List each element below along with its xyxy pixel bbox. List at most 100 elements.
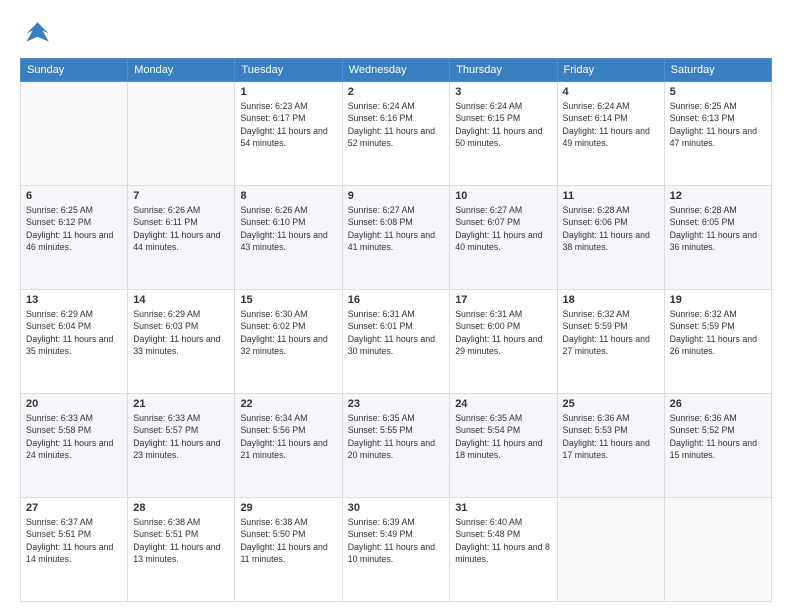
calendar-cell: 5Sunrise: 6:25 AMSunset: 6:13 PMDaylight…	[664, 82, 771, 186]
calendar-cell: 24 Sunrise: 6:35 AMSunset: 5:54 PMDayligh…	[450, 394, 557, 498]
day-info: Sunrise: 6:27 AMSunset: 6:08 PMDaylight:…	[348, 204, 444, 253]
calendar-cell: 9Sunrise: 6:27 AMSunset: 6:08 PMDaylight…	[342, 186, 449, 290]
day-info: Sunrise: 6:32 AMSunset: 5:59 PMDaylight:…	[670, 308, 766, 357]
calendar-cell	[128, 82, 235, 186]
day-number: 28	[133, 502, 229, 514]
calendar-cell: 1 Sunrise: 6:23 AMSunset: 6:17 PMDaylight…	[235, 82, 342, 186]
calendar-cell: 23 Sunrise: 6:35 AMSunset: 5:55 PMDayligh…	[342, 394, 449, 498]
day-number: 27	[26, 502, 122, 514]
day-number: 3	[455, 86, 551, 98]
calendar-cell: 26 Sunrise: 6:36 AMSunset: 5:52 PMDayligh…	[664, 394, 771, 498]
day-info: Sunrise: 6:37 AMSunset: 5:51 PMDaylight:…	[26, 516, 122, 565]
calendar-cell: 21Sunrise: 6:33 AMSunset: 5:57 PMDayligh…	[128, 394, 235, 498]
day-info: Sunrise: 6:23 AMSunset: 6:17 PMDaylight:…	[240, 100, 336, 149]
calendar-cell: 20 Sunrise: 6:33 AMSunset: 5:58 PMDayligh…	[21, 394, 128, 498]
day-info: Sunrise: 6:36 AMSunset: 5:52 PMDaylight:…	[670, 412, 766, 461]
calendar-cell: 28 Sunrise: 6:38 AMSunset: 5:51 PMDayligh…	[128, 498, 235, 602]
day-number: 1	[240, 86, 336, 98]
calendar-cell: 17 Sunrise: 6:31 AMSunset: 6:00 PMDayligh…	[450, 290, 557, 394]
calendar-cell: 30 Sunrise: 6:39 AMSunset: 5:49 PMDayligh…	[342, 498, 449, 602]
weekday-thursday: Thursday	[450, 59, 557, 82]
day-number: 22	[240, 398, 336, 410]
calendar-cell: 3Sunrise: 6:24 AMSunset: 6:15 PMDaylight…	[450, 82, 557, 186]
calendar-cell: 11 Sunrise: 6:28 AMSunset: 6:06 PMDayligh…	[557, 186, 664, 290]
day-info: Sunrise: 6:36 AMSunset: 5:53 PMDaylight:…	[563, 412, 659, 461]
day-number: 12	[670, 190, 766, 202]
day-number: 15	[240, 294, 336, 306]
day-info: Sunrise: 6:28 AMSunset: 6:05 PMDaylight:…	[670, 204, 766, 253]
weekday-sunday: Sunday	[21, 59, 128, 82]
calendar-cell: 4Sunrise: 6:24 AMSunset: 6:14 PMDaylight…	[557, 82, 664, 186]
calendar-cell: 2Sunrise: 6:24 AMSunset: 6:16 PMDaylight…	[342, 82, 449, 186]
day-number: 6	[26, 190, 122, 202]
calendar-week-2: 6 Sunrise: 6:25 AMSunset: 6:12 PMDaylight…	[21, 186, 772, 290]
day-number: 17	[455, 294, 551, 306]
calendar-cell: 14Sunrise: 6:29 AMSunset: 6:03 PMDayligh…	[128, 290, 235, 394]
day-info: Sunrise: 6:39 AMSunset: 5:49 PMDaylight:…	[348, 516, 444, 565]
day-number: 20	[26, 398, 122, 410]
day-info: Sunrise: 6:40 AMSunset: 5:48 PMDaylight:…	[455, 516, 551, 565]
day-number: 19	[670, 294, 766, 306]
day-number: 30	[348, 502, 444, 514]
calendar-cell: 10 Sunrise: 6:27 AMSunset: 6:07 PMDayligh…	[450, 186, 557, 290]
calendar-cell: 8Sunrise: 6:26 AMSunset: 6:10 PMDaylight…	[235, 186, 342, 290]
day-number: 23	[348, 398, 444, 410]
calendar-cell: 29 Sunrise: 6:38 AMSunset: 5:50 PMDayligh…	[235, 498, 342, 602]
day-info: Sunrise: 6:25 AMSunset: 6:13 PMDaylight:…	[670, 100, 766, 149]
day-info: Sunrise: 6:30 AMSunset: 6:02 PMDaylight:…	[240, 308, 336, 357]
day-info: Sunrise: 6:29 AMSunset: 6:04 PMDaylight:…	[26, 308, 122, 357]
calendar-cell: 16 Sunrise: 6:31 AMSunset: 6:01 PMDayligh…	[342, 290, 449, 394]
weekday-saturday: Saturday	[664, 59, 771, 82]
day-info: Sunrise: 6:25 AMSunset: 6:12 PMDaylight:…	[26, 204, 122, 253]
calendar-table: SundayMondayTuesdayWednesdayThursdayFrid…	[20, 58, 772, 602]
day-number: 7	[133, 190, 229, 202]
day-info: Sunrise: 6:33 AMSunset: 5:57 PMDaylight:…	[133, 412, 229, 461]
calendar-cell: 25 Sunrise: 6:36 AMSunset: 5:53 PMDayligh…	[557, 394, 664, 498]
calendar-cell: 27 Sunrise: 6:37 AMSunset: 5:51 PMDayligh…	[21, 498, 128, 602]
calendar-cell	[664, 498, 771, 602]
calendar-cell: 13Sunrise: 6:29 AMSunset: 6:04 PMDayligh…	[21, 290, 128, 394]
day-number: 8	[240, 190, 336, 202]
day-info: Sunrise: 6:28 AMSunset: 6:06 PMDaylight:…	[563, 204, 659, 253]
calendar-cell: 6 Sunrise: 6:25 AMSunset: 6:12 PMDaylight…	[21, 186, 128, 290]
weekday-monday: Monday	[128, 59, 235, 82]
day-number: 18	[563, 294, 659, 306]
weekday-header-row: SundayMondayTuesdayWednesdayThursdayFrid…	[21, 59, 772, 82]
header	[20, 16, 772, 48]
calendar-cell: 7 Sunrise: 6:26 AMSunset: 6:11 PMDaylight…	[128, 186, 235, 290]
weekday-tuesday: Tuesday	[235, 59, 342, 82]
weekday-wednesday: Wednesday	[342, 59, 449, 82]
day-info: Sunrise: 6:31 AMSunset: 6:00 PMDaylight:…	[455, 308, 551, 357]
calendar-cell: 15 Sunrise: 6:30 AMSunset: 6:02 PMDayligh…	[235, 290, 342, 394]
calendar-cell: 18Sunrise: 6:32 AMSunset: 5:59 PMDayligh…	[557, 290, 664, 394]
day-info: Sunrise: 6:38 AMSunset: 5:50 PMDaylight:…	[240, 516, 336, 565]
calendar-header: SundayMondayTuesdayWednesdayThursdayFrid…	[21, 59, 772, 82]
day-info: Sunrise: 6:38 AMSunset: 5:51 PMDaylight:…	[133, 516, 229, 565]
day-number: 26	[670, 398, 766, 410]
logo-icon	[20, 16, 52, 48]
day-info: Sunrise: 6:31 AMSunset: 6:01 PMDaylight:…	[348, 308, 444, 357]
day-number: 31	[455, 502, 551, 514]
day-number: 2	[348, 86, 444, 98]
calendar-cell	[21, 82, 128, 186]
day-info: Sunrise: 6:27 AMSunset: 6:07 PMDaylight:…	[455, 204, 551, 253]
calendar-cell	[557, 498, 664, 602]
day-number: 24	[455, 398, 551, 410]
day-number: 10	[455, 190, 551, 202]
day-number: 11	[563, 190, 659, 202]
day-number: 29	[240, 502, 336, 514]
day-number: 16	[348, 294, 444, 306]
day-number: 25	[563, 398, 659, 410]
calendar-week-3: 13Sunrise: 6:29 AMSunset: 6:04 PMDayligh…	[21, 290, 772, 394]
calendar-cell: 12 Sunrise: 6:28 AMSunset: 6:05 PMDayligh…	[664, 186, 771, 290]
weekday-friday: Friday	[557, 59, 664, 82]
logo	[20, 16, 56, 48]
day-info: Sunrise: 6:35 AMSunset: 5:54 PMDaylight:…	[455, 412, 551, 461]
day-info: Sunrise: 6:35 AMSunset: 5:55 PMDaylight:…	[348, 412, 444, 461]
calendar-body: 1 Sunrise: 6:23 AMSunset: 6:17 PMDaylight…	[21, 82, 772, 602]
page: SundayMondayTuesdayWednesdayThursdayFrid…	[0, 0, 792, 612]
calendar-week-1: 1 Sunrise: 6:23 AMSunset: 6:17 PMDaylight…	[21, 82, 772, 186]
day-info: Sunrise: 6:33 AMSunset: 5:58 PMDaylight:…	[26, 412, 122, 461]
day-info: Sunrise: 6:26 AMSunset: 6:11 PMDaylight:…	[133, 204, 229, 253]
calendar-cell: 19 Sunrise: 6:32 AMSunset: 5:59 PMDayligh…	[664, 290, 771, 394]
